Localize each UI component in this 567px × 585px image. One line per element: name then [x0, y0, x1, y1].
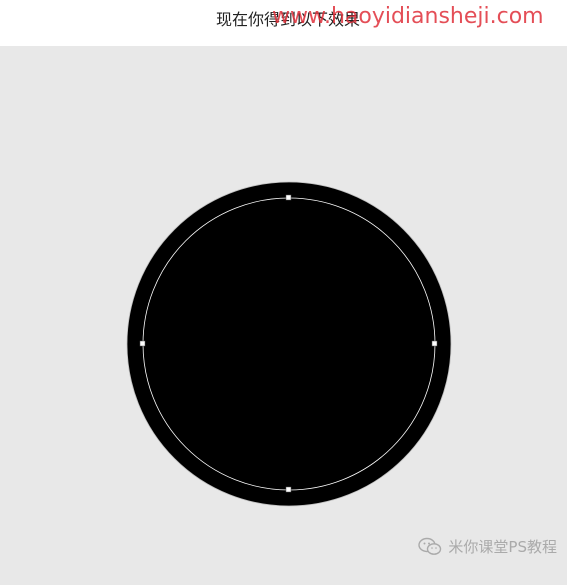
anchor-point-right[interactable] — [431, 340, 438, 347]
wechat-icon — [418, 537, 442, 557]
canvas-artwork — [126, 181, 452, 507]
black-circle-shape — [126, 181, 452, 507]
anchor-point-left[interactable] — [139, 340, 146, 347]
tutorial-image: 现在你得到以下效果 www.haoyidiansheji.com 米你课堂PS教… — [0, 0, 567, 585]
photoshop-canvas[interactable]: 米你课堂PS教程 — [0, 46, 567, 585]
anchor-point-top[interactable] — [285, 194, 292, 201]
brand-watermark-text: 米你课堂PS教程 — [448, 538, 557, 556]
caption-bar: 现在你得到以下效果 www.haoyidiansheji.com — [0, 0, 567, 46]
url-watermark: www.haoyidiansheji.com — [272, 4, 544, 29]
anchor-point-bottom[interactable] — [285, 486, 292, 493]
brand-watermark: 米你课堂PS教程 — [418, 536, 557, 557]
